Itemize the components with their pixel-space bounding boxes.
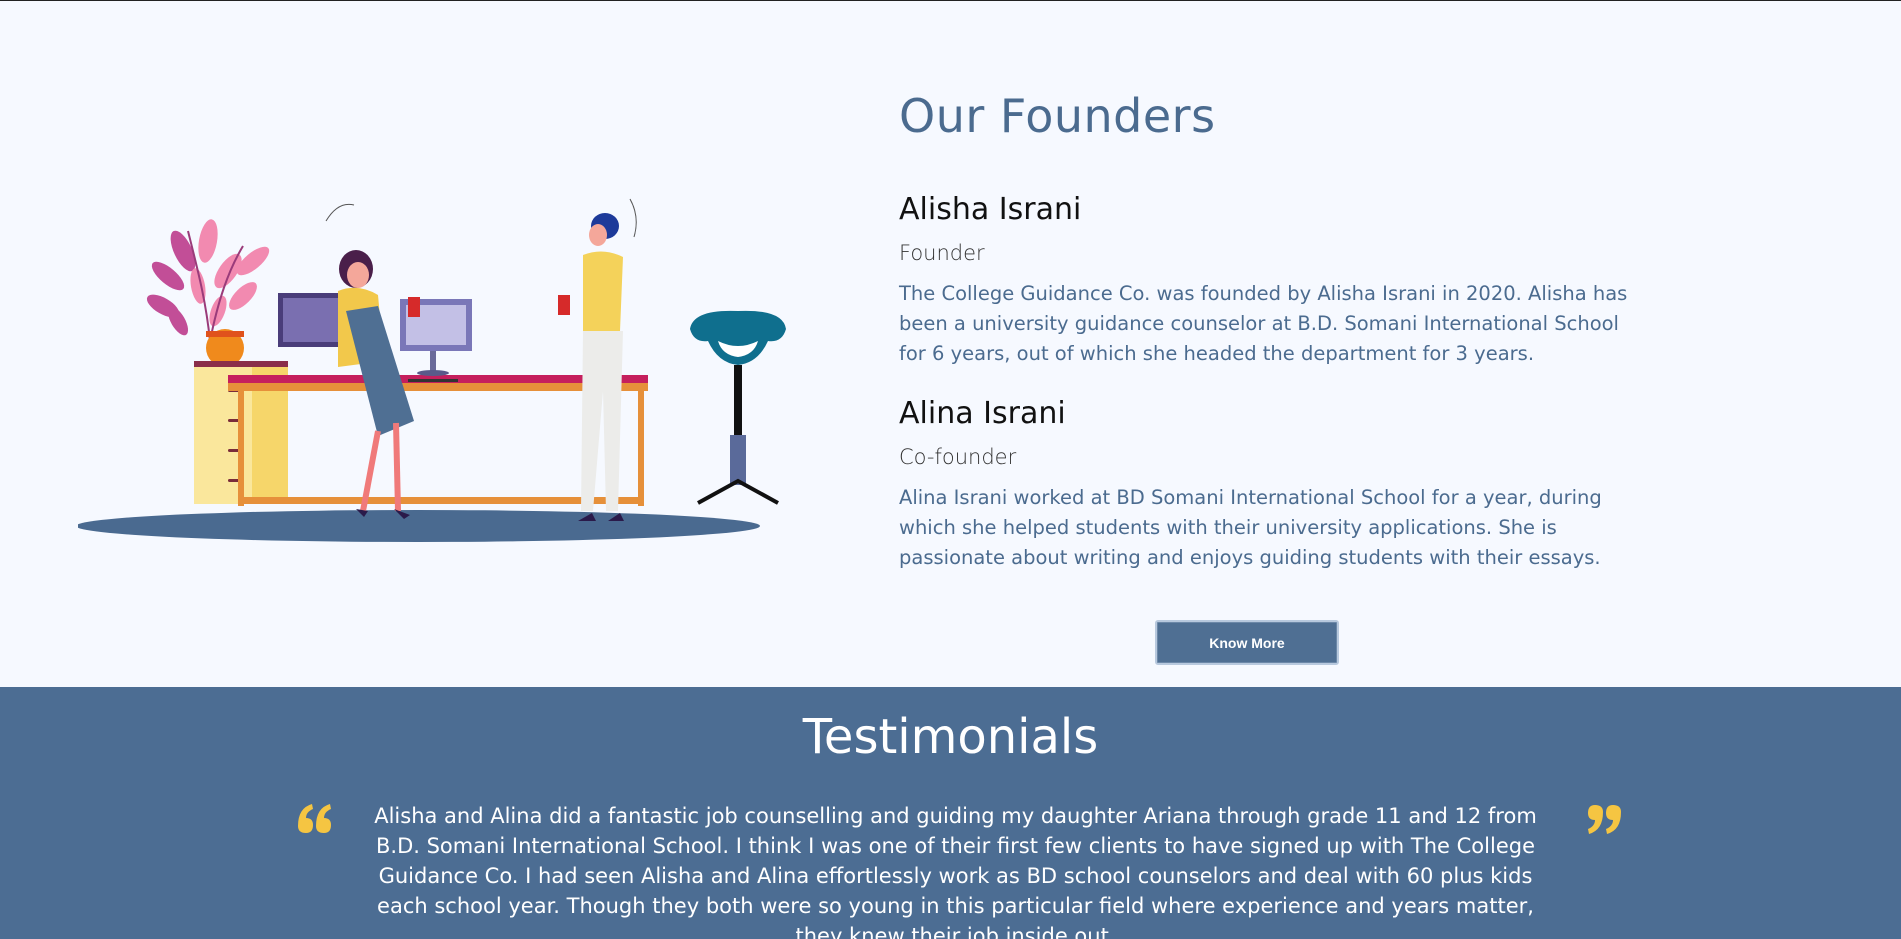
quote-close-icon <box>1588 805 1621 834</box>
testimonials-title: Testimonials <box>802 709 1099 765</box>
cofounder-name: Alina Israni <box>899 396 1066 431</box>
founder-role: Founder <box>899 241 985 265</box>
cofounder-role: Co-founder <box>899 445 1017 469</box>
founder-bio: The College Guidance Co. was founded by … <box>899 282 1628 365</box>
know-more-button[interactable]: Know More <box>1155 620 1339 665</box>
quote-open-icon <box>298 804 331 833</box>
founder-name: Alisha Israni <box>899 192 1082 227</box>
testimonials-section: Testimonials Alisha and Alina did a fant… <box>0 687 1901 939</box>
founders-title: Our Founders <box>899 89 1216 143</box>
cofounder-bio: Alina Israni worked at BD Somani Interna… <box>899 486 1602 569</box>
founders-content: Our Founders Alisha Israni Founder The C… <box>899 85 1639 573</box>
office-illustration <box>78 198 786 542</box>
testimonial-text: Alisha and Alina did a fantastic job cou… <box>374 804 1537 939</box>
founders-section: Our Founders Alisha Israni Founder The C… <box>0 1 1901 687</box>
